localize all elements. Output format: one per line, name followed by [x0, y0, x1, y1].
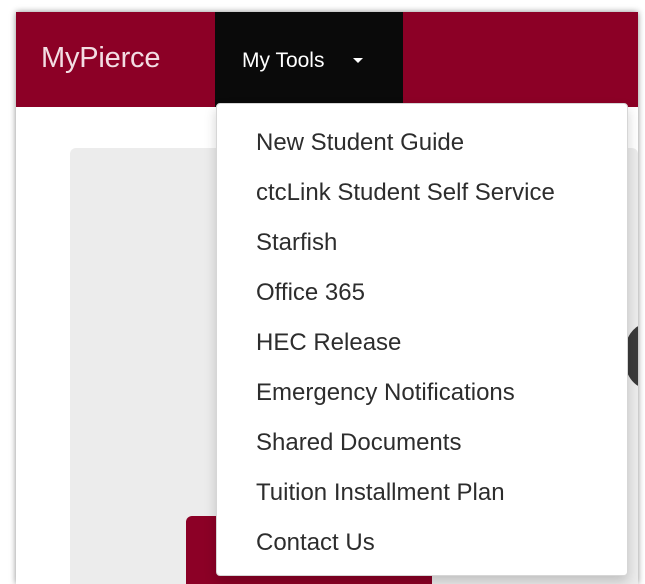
menu-item-label: Starfish [256, 229, 338, 256]
menu-item-label: Tuition Installment Plan [256, 479, 505, 506]
my-tools-label: My Tools [242, 49, 325, 72]
menu-item-tuition-installment-plan[interactable]: Tuition Installment Plan [217, 467, 627, 517]
menu-item-label: New Student Guide [256, 129, 465, 156]
brand-link[interactable]: MyPierce [41, 40, 160, 76]
menu-item-emergency-notifications[interactable]: Emergency Notifications [217, 367, 627, 417]
menu-item-hec-release[interactable]: HEC Release [217, 317, 627, 367]
menu-item-shared-documents[interactable]: Shared Documents [217, 417, 627, 467]
menu-item-new-student-guide[interactable]: New Student Guide [217, 117, 627, 167]
menu-item-label: Contact Us [256, 529, 375, 556]
menu-item-label: HEC Release [256, 329, 402, 356]
menu-item-office-365[interactable]: Office 365 [217, 267, 627, 317]
menu-item-label: ctcLink Student Self Service [256, 179, 555, 206]
caret-down-icon [353, 58, 363, 63]
menu-item-ctclink-student-self-service[interactable]: ctcLink Student Self Service [217, 167, 627, 217]
top-navbar: MyPierce My Tools [16, 12, 638, 107]
menu-item-label: Emergency Notifications [256, 379, 515, 406]
my-tools-dropdown-toggle[interactable]: My Tools [215, 12, 403, 107]
my-tools-menu: New Student Guide ctcLink Student Self S… [216, 103, 628, 576]
menu-item-starfish[interactable]: Starfish [217, 217, 627, 267]
menu-item-contact-us[interactable]: Contact Us [217, 517, 627, 567]
screenshot-frame: MyPierce My Tools New Student Guide ctcL… [0, 0, 645, 584]
menu-item-label: Shared Documents [256, 429, 462, 456]
menu-item-label: Office 365 [256, 279, 365, 306]
